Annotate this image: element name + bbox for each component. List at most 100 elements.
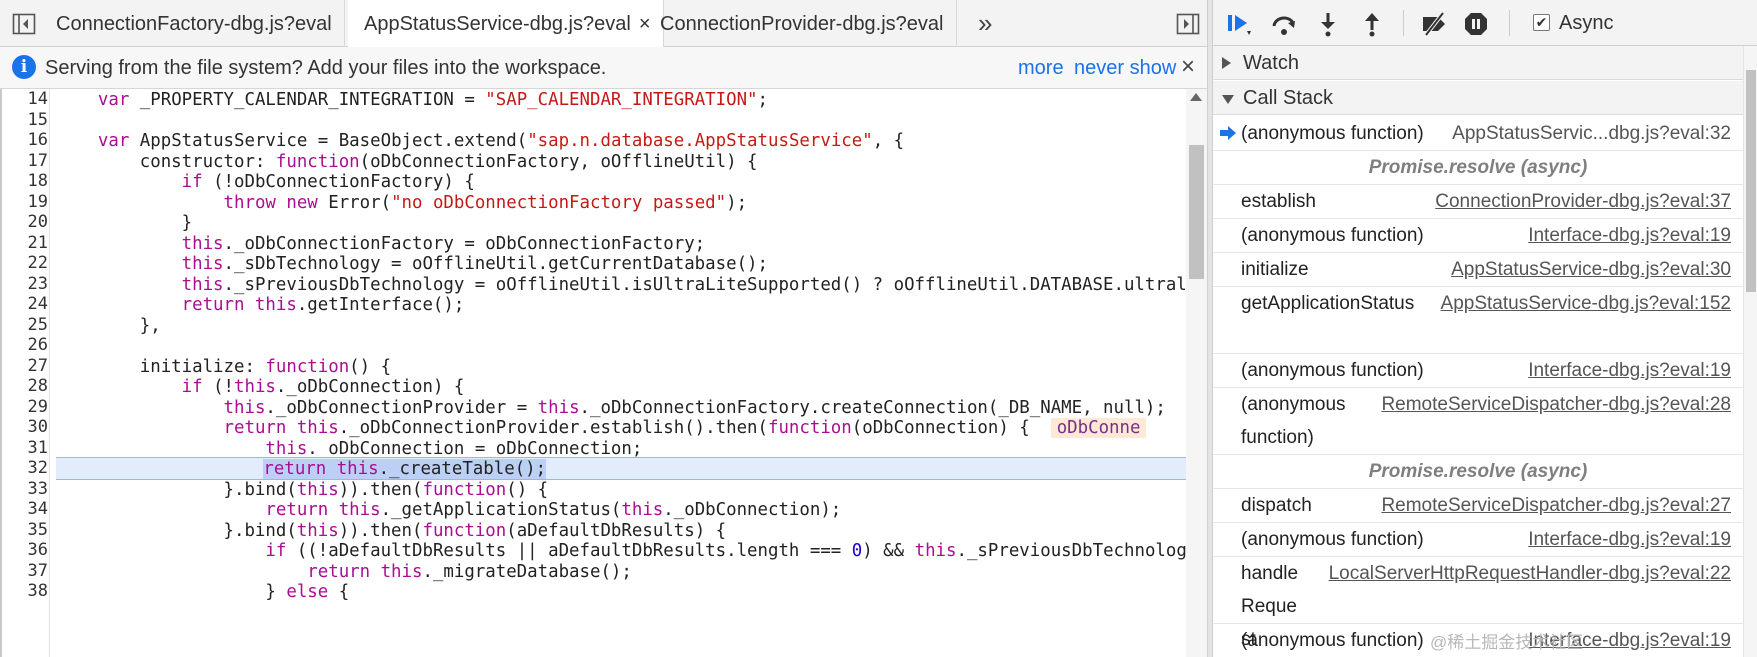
line-number[interactable]: 28 xyxy=(4,376,48,396)
frame-name: dispatch xyxy=(1241,495,1312,516)
call-stack-list: (anonymous function) AppStatusServic...d… xyxy=(1213,117,1743,657)
frame-location[interactable]: AppStatusService-dbg.js?eval:30 xyxy=(1451,253,1731,287)
line-number[interactable]: 31 xyxy=(4,438,48,458)
call-frame[interactable]: (anonymous function) Interface-dbg.js?ev… xyxy=(1213,523,1743,557)
async-checkbox[interactable]: ✔ xyxy=(1533,14,1550,31)
expand-arrow-icon xyxy=(1222,57,1231,69)
never-show-link[interactable]: never show xyxy=(1074,57,1176,80)
line-number[interactable]: 17 xyxy=(4,151,48,171)
call-frame[interactable]: (anonymous function) Interface-dbg.js?ev… xyxy=(1213,219,1743,253)
frame-location[interactable]: AppStatusService-dbg.js?eval:152 xyxy=(1441,287,1731,321)
debugger-toolbar: ✔ Async xyxy=(1213,0,1757,46)
frame-location[interactable]: LocalServerHttpRequestHandler-dbg.js?eva… xyxy=(1329,557,1731,591)
info-icon: i xyxy=(12,55,36,79)
line-number[interactable]: 25 xyxy=(4,315,48,335)
code-line-38[interactable]: } else { xyxy=(56,581,349,604)
line-number[interactable]: 35 xyxy=(4,520,48,540)
step-out-icon[interactable] xyxy=(1359,11,1385,37)
line-number-gutter[interactable]: 14 15 16 17 18 19 20 21 22 23 24 25 26 27 28 29 30 31 32 33… xyxy=(4,89,50,657)
line-number[interactable]: 16 xyxy=(4,130,48,150)
line-number[interactable]: 20 xyxy=(4,212,48,232)
toolbar-separator xyxy=(1403,10,1404,36)
watch-label: Watch xyxy=(1243,52,1299,74)
infobar-message: Serving from the file system? Add your f… xyxy=(45,57,607,79)
call-frame[interactable]: initialize AppStatusService-dbg.js?eval:… xyxy=(1213,253,1743,287)
frame-location[interactable]: Interface-dbg.js?eval:19 xyxy=(1528,523,1731,557)
call-frame-current[interactable]: (anonymous function) AppStatusServic...d… xyxy=(1213,117,1743,151)
code-lines[interactable]: var _PROPERTY_CALENDAR_INTEGRATION = "SA… xyxy=(56,89,1186,657)
step-over-icon[interactable] xyxy=(1271,11,1297,37)
call-frame[interactable]: (anonymous function) RemoteServiceDispat… xyxy=(1213,388,1743,455)
line-number[interactable]: 18 xyxy=(4,171,48,191)
editor-tab-bar: ConnectionFactory-dbg.js?eval AppStatusS… xyxy=(0,0,1207,48)
scroll-up-arrow-icon[interactable] xyxy=(1190,93,1202,101)
tab-label: AppStatusService-dbg.js?eval xyxy=(364,13,631,35)
tab-label: ConnectionProvider-dbg.js?eval xyxy=(660,13,944,35)
code-line-32-current[interactable]: return this._createTable(); xyxy=(56,457,1186,480)
call-frame[interactable]: (anonymous function) Interface-dbg.js?ev… xyxy=(1213,354,1743,388)
watch-section-header[interactable]: Watch xyxy=(1213,46,1743,80)
call-frame[interactable]: establish ConnectionProvider-dbg.js?eval… xyxy=(1213,185,1743,219)
async-separator: Promise.resolve (async) xyxy=(1213,151,1743,185)
line-number[interactable]: 27 xyxy=(4,356,48,376)
line-number[interactable]: 23 xyxy=(4,274,48,294)
editor-scrollbar[interactable] xyxy=(1186,89,1207,657)
tab-connection-factory[interactable]: ConnectionFactory-dbg.js?eval xyxy=(40,0,345,47)
line-number[interactable]: 21 xyxy=(4,233,48,253)
frame-location[interactable]: RemoteServiceDispatcher-dbg.js?eval:27 xyxy=(1381,489,1731,523)
collapse-arrow-icon xyxy=(1222,95,1234,104)
step-into-icon[interactable] xyxy=(1315,11,1341,37)
tab-overflow-icon[interactable]: » xyxy=(978,8,992,39)
frame-location[interactable]: Interface-dbg.js?eval:19 xyxy=(1528,219,1731,253)
toggle-navigator-icon[interactable] xyxy=(12,13,36,35)
frame-location[interactable]: AppStatusServic...dbg.js?eval:32 xyxy=(1452,117,1731,151)
call-frame[interactable]: handleRequest LocalServerHttpRequestHand… xyxy=(1213,557,1743,650)
sidebar-scrollbar[interactable] xyxy=(1743,46,1757,657)
code-editor[interactable]: 14 15 16 17 18 19 20 21 22 23 24 25 26 27 28 29 30 31 32 33… xyxy=(0,89,1207,657)
frame-name: (anonymous function) xyxy=(1241,529,1424,550)
line-number[interactable]: 37 xyxy=(4,561,48,581)
line-number[interactable]: 38 xyxy=(4,581,48,601)
call-frame[interactable]: dispatch RemoteServiceDispatcher-dbg.js?… xyxy=(1213,489,1743,523)
sidebar-scrollbar-thumb[interactable] xyxy=(1746,70,1756,292)
more-link[interactable]: more xyxy=(1018,57,1064,80)
frame-location[interactable]: ConnectionProvider-dbg.js?eval:37 xyxy=(1435,185,1731,219)
async-separator: Promise.resolve (async) xyxy=(1213,455,1743,489)
code-line-25[interactable]: }, xyxy=(56,315,161,338)
line-number[interactable]: 36 xyxy=(4,540,48,560)
tab-label: ConnectionFactory-dbg.js?eval xyxy=(56,13,332,35)
toggle-debugger-icon[interactable] xyxy=(1176,13,1200,35)
tab-app-status-service[interactable]: AppStatusService-dbg.js?eval × xyxy=(348,0,664,48)
frame-name: (anonymous function) xyxy=(1241,394,1346,448)
line-number[interactable]: 33 xyxy=(4,479,48,499)
callstack-label: Call Stack xyxy=(1243,87,1334,109)
line-number[interactable]: 24 xyxy=(4,294,48,314)
call-frame[interactable]: getApplicationStatus AppStatusService-db… xyxy=(1213,287,1743,354)
frame-name: getApplicationStatus xyxy=(1241,293,1415,314)
tab-connection-provider[interactable]: ConnectionProvider-dbg.js?eval xyxy=(644,0,957,47)
pause-on-exceptions-icon[interactable] xyxy=(1463,11,1489,37)
frame-location[interactable]: RemoteServiceDispatcher-dbg.js?eval:28 xyxy=(1381,388,1731,422)
frame-name: (anonymous function) xyxy=(1241,360,1424,381)
line-number[interactable]: 34 xyxy=(4,499,48,519)
line-number[interactable]: 32 xyxy=(4,458,48,478)
close-icon[interactable]: × xyxy=(1181,53,1195,81)
deactivate-breakpoints-icon[interactable] xyxy=(1421,11,1447,37)
async-label: Async xyxy=(1559,12,1614,34)
callstack-section-header[interactable]: Call Stack xyxy=(1213,81,1743,115)
editor-scrollbar-thumb[interactable] xyxy=(1189,145,1204,279)
workspace-infobar: i Serving from the file system? Add your… xyxy=(0,47,1207,89)
line-number[interactable]: 19 xyxy=(4,192,48,212)
line-number[interactable]: 29 xyxy=(4,397,48,417)
line-number[interactable]: 30 xyxy=(4,417,48,437)
gutter-edge xyxy=(0,89,2,657)
resume-icon[interactable] xyxy=(1225,11,1251,37)
current-frame-arrow-icon xyxy=(1220,126,1236,140)
line-number[interactable]: 15 xyxy=(4,110,48,130)
line-number[interactable]: 14 xyxy=(4,89,48,109)
watermark: @稀土掘金技术社区 xyxy=(1430,633,1584,652)
code-line-14[interactable]: var _PROPERTY_CALENDAR_INTEGRATION = "SA… xyxy=(56,89,768,112)
line-number[interactable]: 22 xyxy=(4,253,48,273)
line-number[interactable]: 26 xyxy=(4,335,48,355)
frame-location[interactable]: Interface-dbg.js?eval:19 xyxy=(1528,354,1731,388)
